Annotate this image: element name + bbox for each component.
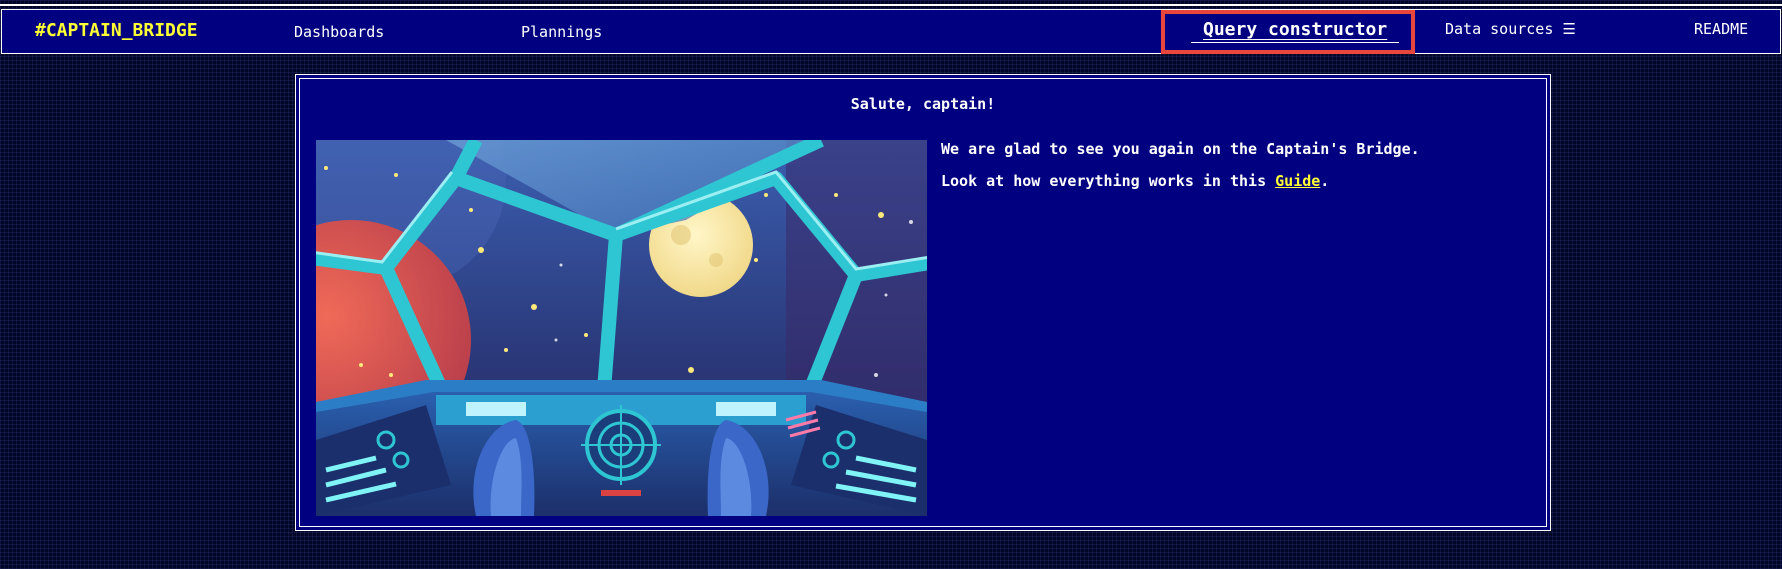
top-navbar: #CAPTAIN_BRIDGE Dashboards Plannings Que… [1, 9, 1781, 54]
welcome-panel-inner: Salute, captain! We are glad to see you … [299, 78, 1547, 527]
nav-readme[interactable]: README [1694, 20, 1748, 38]
welcome-message: We are glad to see you again on the Capt… [941, 140, 1420, 158]
guide-link[interactable]: Guide [1275, 172, 1320, 190]
top-border-line [0, 4, 1782, 6]
nav-query-constructor[interactable]: Query constructor [1191, 19, 1400, 43]
spaceship-cockpit-illustration [316, 140, 927, 516]
guide-message-prefix: Look at how everything works in this [941, 172, 1276, 190]
welcome-greeting: Salute, captain! [850, 95, 996, 113]
nav-dashboards[interactable]: Dashboards [294, 23, 384, 41]
brand-logo[interactable]: #CAPTAIN_BRIDGE [35, 20, 198, 41]
nav-data-sources-menu[interactable]: Data sources ☰ [1445, 20, 1576, 38]
welcome-panel: Salute, captain! We are glad to see you … [295, 74, 1551, 531]
nav-plannings[interactable]: Plannings [521, 23, 602, 41]
guide-message: Look at how everything works in this Gui… [941, 172, 1329, 190]
guide-message-suffix: . [1320, 172, 1330, 190]
